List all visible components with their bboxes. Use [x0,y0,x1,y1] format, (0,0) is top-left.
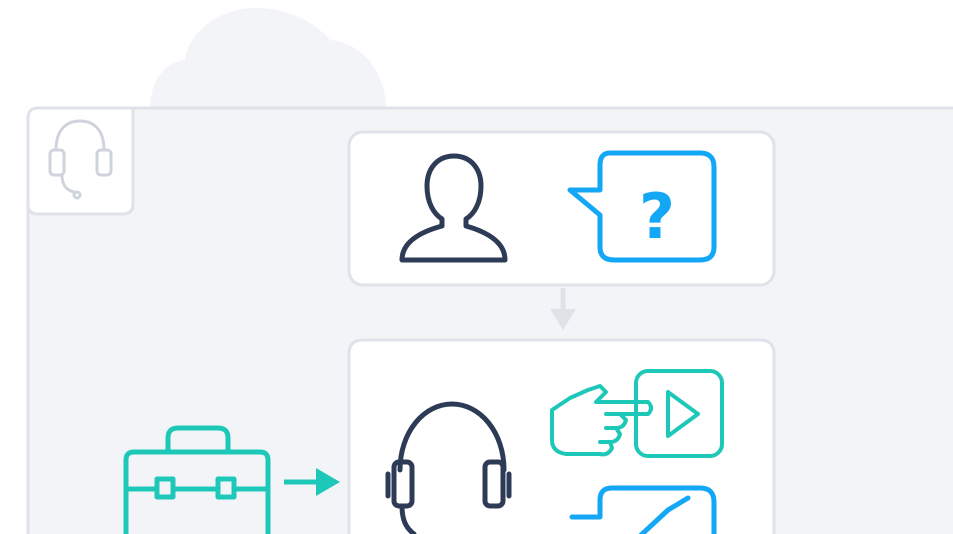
agent-card [347,338,776,534]
support-flow-illustration: ? [26,7,953,534]
corner-badge [26,106,135,216]
question-mark: ? [639,180,675,253]
question-card: ? [347,130,776,287]
cloud-icon [150,7,386,110]
